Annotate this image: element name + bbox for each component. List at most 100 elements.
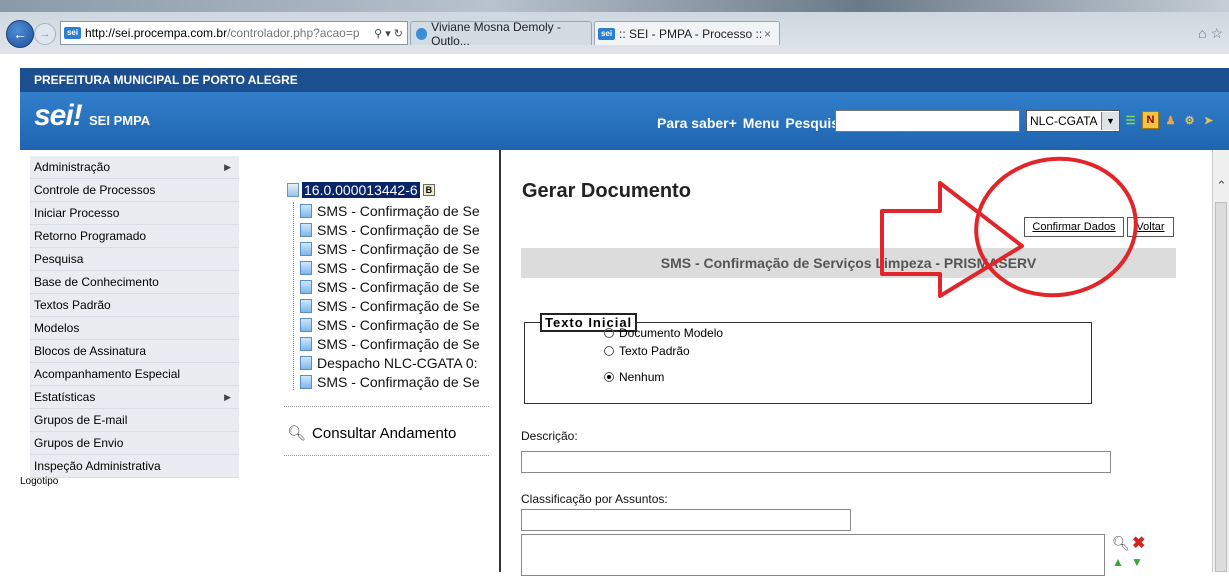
- tree-document-node[interactable]: SMS - Confirmação de Se: [300, 315, 480, 334]
- remove-icon[interactable]: ✖: [1132, 533, 1145, 553]
- sidebar-item[interactable]: Estatísticas ▶: [30, 386, 239, 409]
- texto-inicial-fieldset: Texto Inicial Documento Modelo Texto Pad…: [524, 313, 1092, 404]
- radio-circle[interactable]: [604, 328, 614, 338]
- scrollbar-thumb[interactable]: [1215, 202, 1227, 572]
- radio-texto-padrao[interactable]: Texto Padrão: [604, 344, 690, 358]
- close-icon[interactable]: ×: [764, 27, 771, 41]
- vertical-scrollbar[interactable]: ⌃: [1212, 150, 1229, 572]
- sidebar-item-label: Grupos de E-mail: [34, 413, 128, 427]
- unit-select-value: NLC-CGATA: [1030, 114, 1098, 128]
- bloco-badge: B: [422, 184, 436, 196]
- sidebar-item[interactable]: Acompanhamento Especial: [30, 363, 239, 386]
- sidebar-item-label: Controle de Processos: [34, 183, 156, 197]
- sidebar: Administração ▶ Controle de Processos Inici…: [20, 150, 250, 572]
- search-input[interactable]: [835, 110, 1020, 132]
- sidebar-item[interactable]: Iniciar Processo: [30, 202, 239, 225]
- url-path: /controlador.php?acao=p: [227, 26, 360, 40]
- document-icon: [300, 336, 312, 351]
- exit-icon[interactable]: ➤: [1201, 112, 1216, 128]
- sidebar-item-label: Iniciar Processo: [34, 206, 120, 220]
- tree-document-node[interactable]: SMS - Confirmação de Se: [300, 372, 480, 391]
- header-icons: ☰ N ♟ ⚙ ➤: [1123, 111, 1216, 129]
- divider: [284, 406, 489, 407]
- wrench-icon[interactable]: ⚙: [1182, 112, 1197, 128]
- sidebar-item-label: Modelos: [34, 321, 80, 335]
- tree-document-node[interactable]: SMS - Confirmação de Se: [300, 220, 480, 239]
- sidebar-item-label: Retorno Programado: [34, 229, 147, 243]
- classificacao-list[interactable]: [521, 534, 1105, 576]
- sidebar-item[interactable]: Base de Conhecimento: [30, 271, 239, 294]
- arrow-down-icon[interactable]: ▼: [1131, 555, 1143, 569]
- unit-select[interactable]: NLC-CGATA ▼: [1026, 110, 1120, 132]
- sidebar-item[interactable]: Controle de Processos: [30, 179, 239, 202]
- sidebar-item[interactable]: Modelos: [30, 317, 239, 340]
- tree-document-node[interactable]: SMS - Confirmação de Se: [300, 239, 480, 258]
- sidebar-item[interactable]: Inspeção Administrativa: [30, 455, 239, 478]
- news-icon[interactable]: N: [1142, 111, 1159, 129]
- sidebar-item[interactable]: Blocos de Assinatura: [30, 340, 239, 363]
- tree-document-node[interactable]: SMS - Confirmação de Se: [300, 258, 480, 277]
- sidebar-menu: Administração ▶ Controle de Processos Inici…: [30, 156, 260, 478]
- tree-document-node[interactable]: Despacho NLC-CGATA 0:: [300, 353, 478, 372]
- list-icon[interactable]: ☰: [1123, 112, 1138, 128]
- chevron-up-icon[interactable]: ⌃: [1213, 178, 1229, 194]
- chevron-down-icon[interactable]: ▼: [1101, 112, 1119, 130]
- org-bar: PREFEITURA MUNICIPAL DE PORTO ALEGRE: [20, 68, 1229, 92]
- menu-para-saber[interactable]: Para saber+: [657, 115, 737, 131]
- consultar-andamento-label: Consultar Andamento: [312, 424, 457, 442]
- home-star-icons[interactable]: ⌂ ☆: [1198, 25, 1223, 42]
- forward-button[interactable]: →: [34, 23, 56, 45]
- radio-circle-checked[interactable]: [604, 372, 614, 382]
- tree-document-node[interactable]: SMS - Confirmação de Se: [300, 296, 480, 315]
- sei-logo[interactable]: sei!: [34, 99, 83, 133]
- main-content: Gerar Documento Confirmar Dados Voltar S…: [504, 150, 1210, 576]
- menu-menu[interactable]: Menu: [743, 115, 780, 131]
- chevron-right-icon: ▶: [224, 162, 231, 172]
- panel-divider[interactable]: [499, 150, 501, 572]
- radio-nenhum[interactable]: Nenhum: [604, 370, 664, 384]
- tree-root[interactable]: 16.0.000013442-6 B: [287, 182, 436, 198]
- address-bar[interactable]: sei http://sei.procempa.com.br/controlad…: [60, 21, 408, 45]
- tab-outlook[interactable]: Viviane Mosna Demoly - Outlo...: [410, 19, 592, 48]
- descricao-label: Descrição:: [521, 429, 578, 443]
- arrow-up-icon[interactable]: ▲: [1112, 555, 1124, 569]
- tab-label: Viviane Mosna Demoly - Outlo...: [431, 19, 561, 48]
- tree-connector: [293, 202, 294, 390]
- consultar-andamento-link[interactable]: 🔍︎ Consultar Andamento: [287, 424, 457, 443]
- sidebar-item[interactable]: Pesquisa: [30, 248, 239, 271]
- tree-document-node[interactable]: SMS - Confirmação de Se: [300, 334, 480, 353]
- sidebar-item[interactable]: Grupos de Envio: [30, 432, 239, 455]
- document-icon: [300, 222, 312, 237]
- process-number[interactable]: 16.0.000013442-6: [302, 182, 420, 198]
- sidebar-item-label: Acompanhamento Especial: [34, 367, 181, 381]
- tab-sei-processo[interactable]: sei :: SEI - PMPA - Processo :: ×: [594, 21, 780, 45]
- confirm-button[interactable]: Confirmar Dados: [1024, 217, 1124, 237]
- tree-document-node[interactable]: SMS - Confirmação de Se: [300, 201, 480, 220]
- tree-node-label: SMS - Confirmação de Se: [317, 335, 480, 352]
- sidebar-item[interactable]: Grupos de E-mail: [30, 409, 239, 432]
- sidebar-item[interactable]: Retorno Programado: [30, 225, 239, 248]
- sidebar-item-label: Pesquisa: [34, 252, 84, 266]
- tree-node-label: Despacho NLC-CGATA 0:: [317, 354, 478, 371]
- back-form-button[interactable]: Voltar: [1127, 217, 1174, 237]
- browser-titlebar: [0, 0, 1229, 12]
- tree-node-label: SMS - Confirmação de Se: [317, 297, 480, 314]
- document-type-title: SMS - Confirmação de Serviços Limpeza - …: [521, 248, 1176, 278]
- back-button[interactable]: ←: [6, 20, 34, 48]
- tree-document-node[interactable]: SMS - Confirmação de Se: [300, 277, 480, 296]
- address-search-refresh-icons[interactable]: ⚲ ▾ ↻: [374, 27, 403, 40]
- sidebar-item[interactable]: Administração ▶: [30, 156, 239, 179]
- magnifier-icon[interactable]: 🔍︎: [1112, 535, 1130, 552]
- classificacao-search-input[interactable]: [521, 509, 851, 531]
- radio-label: Texto Padrão: [619, 344, 690, 358]
- radio-documento-modelo[interactable]: Documento Modelo: [604, 326, 723, 340]
- app-header: PREFEITURA MUNICIPAL DE PORTO ALEGRE sei…: [20, 68, 1229, 150]
- descricao-input[interactable]: [521, 451, 1111, 473]
- classificacao-label: Classificação por Assuntos:: [521, 492, 668, 506]
- top-menu: Para saber+ Menu Pesquisa: [657, 115, 847, 131]
- user-icon[interactable]: ♟: [1163, 112, 1178, 128]
- document-icon: [300, 260, 312, 275]
- sidebar-item[interactable]: Textos Padrão: [30, 294, 239, 317]
- tree-node-label: SMS - Confirmação de Se: [317, 278, 480, 295]
- radio-circle[interactable]: [604, 346, 614, 356]
